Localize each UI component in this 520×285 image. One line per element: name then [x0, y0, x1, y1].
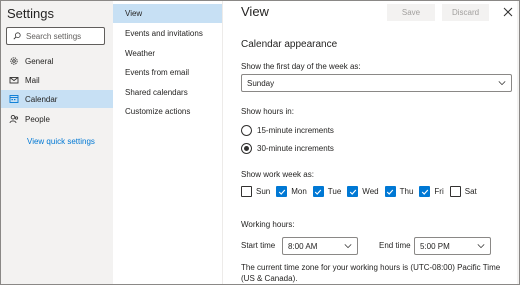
day-fri[interactable]: Fri	[419, 186, 444, 197]
checkmark-icon	[386, 189, 394, 195]
checkbox-checked[interactable]	[419, 186, 431, 197]
day-mon[interactable]: Mon	[276, 186, 307, 197]
end-time-label: End time	[379, 241, 411, 250]
section-title: Calendar appearance	[241, 39, 338, 50]
people-icon	[9, 114, 19, 124]
nav-item-people[interactable]: People	[1, 110, 113, 128]
nav-item-calendar[interactable]: Calendar	[1, 90, 113, 108]
day-label: Wed	[362, 187, 379, 196]
checkbox-checked[interactable]	[347, 186, 359, 197]
first-day-value: Sunday	[247, 78, 275, 88]
checkbox-checked[interactable]	[312, 186, 324, 197]
start-time-value: 8:00 AM	[288, 241, 318, 251]
day-tue[interactable]: Tue	[312, 186, 342, 197]
discard-button[interactable]: Discard	[442, 4, 489, 21]
hours-label: Show hours in:	[241, 107, 294, 116]
day-sun[interactable]: Sun	[241, 186, 270, 197]
checkmark-icon	[349, 189, 357, 195]
end-time-dropdown[interactable]: 5:00 PM	[414, 237, 491, 255]
nav-item-label: Calendar	[25, 94, 58, 104]
submenu-item-events-invitations[interactable]: Events and invitations	[113, 24, 222, 43]
start-time-dropdown[interactable]: 8:00 AM	[282, 237, 358, 255]
nav-item-general[interactable]: General	[1, 52, 113, 70]
save-button[interactable]: Save	[387, 4, 435, 21]
gear-icon	[9, 56, 19, 66]
end-time-value: 5:00 PM	[420, 241, 450, 251]
first-day-dropdown[interactable]: Sunday	[241, 74, 512, 92]
view-settings-panel: View Save Discard Calendar appearance Sh…	[224, 1, 519, 284]
submenu-item-weather[interactable]: Weather	[113, 44, 222, 63]
checkmark-icon	[315, 189, 322, 195]
day-label: Sun	[256, 187, 271, 196]
close-icon[interactable]	[503, 7, 513, 17]
day-label: Mon	[291, 187, 307, 196]
submenu-item-view[interactable]: View	[113, 4, 222, 23]
work-week-days: Sun Mon Tue Wed Thu Fri Sat	[241, 186, 483, 197]
nav-item-mail[interactable]: Mail	[1, 71, 113, 89]
day-label: Fri	[434, 187, 444, 196]
submenu-item-events-from-email[interactable]: Events from email	[113, 63, 222, 82]
day-wed[interactable]: Wed	[347, 186, 379, 197]
day-sat[interactable]: Sat	[449, 186, 477, 197]
checkbox[interactable]	[449, 186, 461, 197]
page-title: View	[241, 4, 269, 19]
hours-option-30[interactable]: 30-minute increments	[241, 143, 334, 154]
chevron-down-icon	[477, 244, 485, 249]
checkmark-icon	[421, 189, 429, 195]
search-icon	[13, 32, 21, 40]
radio-label: 30-minute increments	[257, 144, 334, 153]
submenu-item-customize-actions[interactable]: Customize actions	[113, 102, 222, 121]
search-settings-box[interactable]	[6, 27, 105, 45]
nav-item-label: Mail	[25, 75, 40, 85]
timezone-note: The current time zone for your working h…	[241, 263, 501, 283]
calendar-submenu: View Events and invitations Weather Even…	[113, 1, 223, 284]
radio-button[interactable]	[241, 125, 252, 136]
work-week-label: Show work week as:	[241, 170, 314, 179]
scrollbar[interactable]	[517, 1, 519, 284]
first-day-label: Show the first day of the week as:	[241, 62, 361, 71]
radio-button-selected[interactable]	[241, 143, 252, 154]
day-label: Thu	[399, 187, 414, 196]
mail-icon	[9, 75, 19, 85]
chevron-down-icon	[498, 81, 506, 86]
working-hours-label: Working hours:	[241, 220, 295, 229]
calendar-icon	[9, 94, 19, 104]
checkbox[interactable]	[241, 186, 252, 197]
settings-nav-pane: Settings General Mail Calendar People Vi…	[1, 1, 113, 284]
day-label: Tue	[327, 187, 342, 196]
chevron-down-icon	[344, 244, 352, 249]
day-thu[interactable]: Thu	[384, 186, 414, 197]
start-time-label: Start time	[241, 241, 276, 250]
checkbox-checked[interactable]	[384, 186, 396, 197]
view-quick-settings-link[interactable]: View quick settings	[27, 137, 95, 146]
settings-title: Settings	[7, 6, 54, 21]
checkmark-icon	[278, 189, 285, 195]
radio-label: 15-minute increments	[257, 126, 334, 135]
day-label: Sat	[464, 187, 477, 196]
hours-option-15[interactable]: 15-minute increments	[241, 125, 334, 136]
nav-item-label: People	[25, 114, 50, 124]
checkbox-checked[interactable]	[276, 186, 288, 197]
submenu-item-shared-calendars[interactable]: Shared calendars	[113, 83, 222, 102]
search-input[interactable]	[26, 31, 96, 41]
nav-item-label: General	[25, 56, 54, 66]
